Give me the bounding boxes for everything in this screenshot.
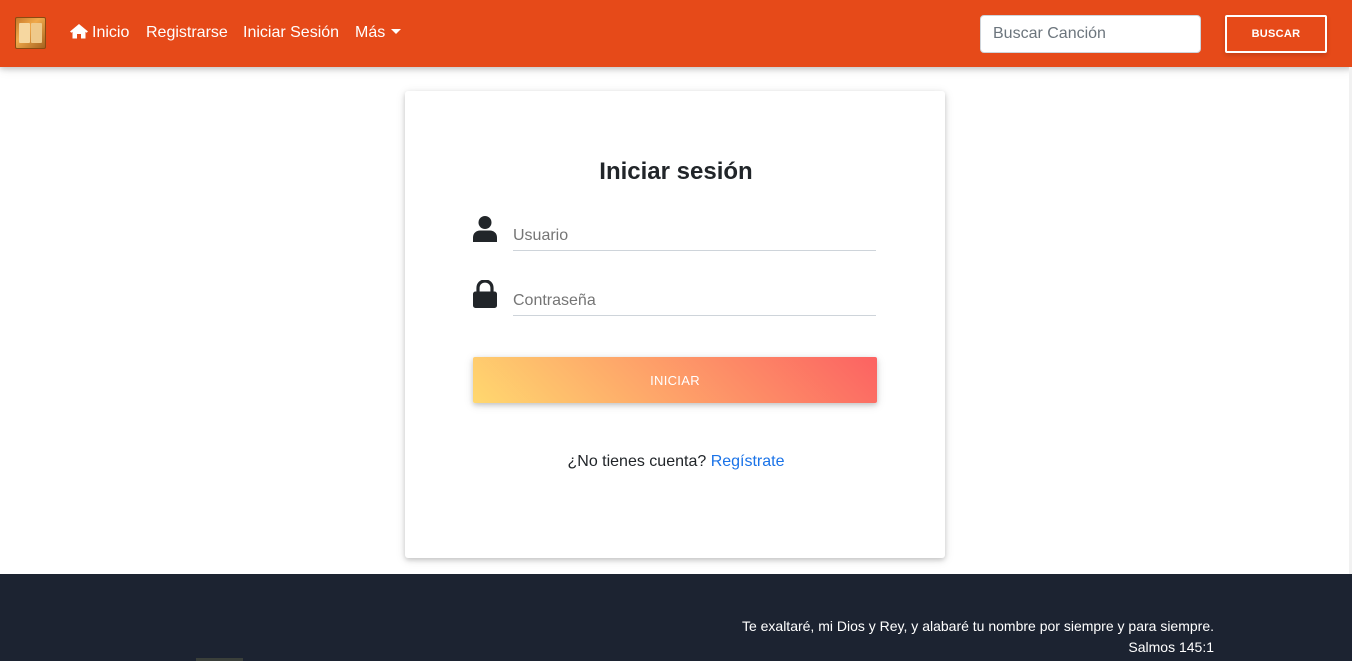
nav-home-label: Inicio: [92, 24, 130, 41]
footer: Te exaltaré, mi Dios y Rey, y alabaré tu…: [0, 574, 1352, 661]
register-link[interactable]: Regístrate: [711, 453, 785, 470]
nav-more-label: Más: [355, 24, 386, 41]
footer-verse-text: Te exaltaré, mi Dios y Rey, y alabaré tu…: [741, 618, 1214, 634]
search-input[interactable]: [980, 15, 1201, 53]
search-button[interactable]: BUSCAR: [1225, 15, 1327, 53]
footer-verse-reference: Salmos 145:1: [1128, 639, 1214, 655]
home-icon: [70, 24, 88, 39]
songbook-logo-icon[interactable]: [15, 17, 46, 49]
lock-icon: [473, 280, 497, 308]
no-account-text: ¿No tienes cuenta?: [567, 453, 707, 470]
nav-more-dropdown[interactable]: Más: [355, 22, 402, 44]
footer-verse-block: Te exaltaré, mi Dios y Rey, y alabaré tu…: [742, 616, 1214, 658]
navbar: Inicio Registrarse Iniciar Sesión Más BU…: [0, 0, 1352, 67]
login-title: Iniciar sesión: [599, 158, 753, 185]
password-field[interactable]: [513, 286, 876, 316]
nav-register-link[interactable]: Registrarse: [146, 22, 228, 44]
login-submit-button[interactable]: INICIAR: [473, 357, 877, 403]
register-prompt: ¿No tienes cuenta? Regístrate: [0, 453, 1352, 471]
nav-login-link[interactable]: Iniciar Sesión: [243, 22, 339, 44]
user-icon: [473, 216, 497, 242]
username-field[interactable]: [513, 221, 876, 251]
chevron-down-icon: [391, 29, 402, 34]
nav-home-link[interactable]: Inicio: [69, 22, 129, 44]
